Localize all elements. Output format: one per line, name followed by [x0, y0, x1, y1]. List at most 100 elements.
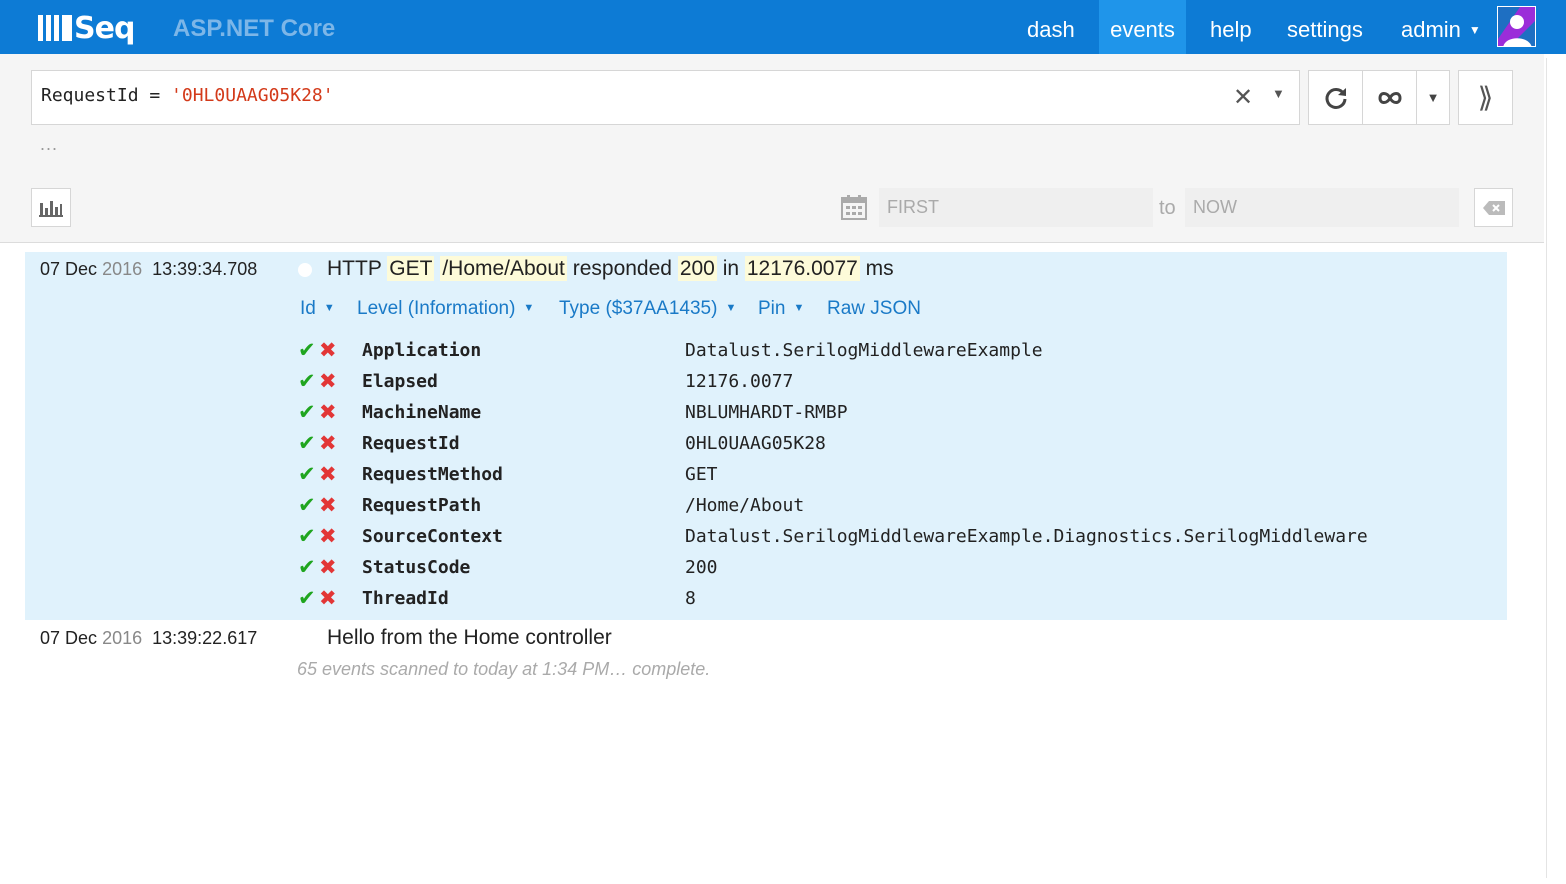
- filter-exclude-cross-icon[interactable]: ✖: [319, 462, 337, 487]
- date-from-input[interactable]: [879, 188, 1153, 227]
- user-avatar[interactable]: [1497, 6, 1536, 47]
- filter-exclude-cross-icon[interactable]: ✖: [319, 493, 337, 518]
- property-name: RequestPath: [362, 495, 482, 516]
- property-value[interactable]: Datalust.SerilogMiddlewareExample: [685, 340, 1043, 361]
- event-time: 13:39:34.708: [152, 259, 258, 279]
- property-value[interactable]: /Home/About: [685, 495, 804, 516]
- bar-chart-icon: [39, 200, 63, 217]
- seq-logo-text: Seq: [74, 10, 135, 46]
- filter-include-check-icon[interactable]: ✔: [298, 555, 316, 580]
- property-row: ✔ ✖ RequestId 0HL0UAAG05K28: [298, 431, 1498, 462]
- filter-exclude-cross-icon[interactable]: ✖: [319, 586, 337, 611]
- filter-include-check-icon[interactable]: ✔: [298, 524, 316, 549]
- event-date: 07 Dec: [40, 259, 98, 279]
- property-row: ✔ ✖ Elapsed 12176.0077: [298, 369, 1498, 400]
- filter-include-check-icon[interactable]: ✔: [298, 431, 316, 456]
- filter-exclude-cross-icon[interactable]: ✖: [319, 369, 337, 394]
- level-action-label: Level (Information): [357, 298, 516, 319]
- property-value[interactable]: 200: [685, 557, 718, 578]
- filter-exclude-cross-icon[interactable]: ✖: [319, 555, 337, 580]
- message-text: responded: [566, 257, 678, 280]
- pin-action[interactable]: Pin ▼: [758, 298, 804, 320]
- id-action-label: Id: [300, 298, 316, 319]
- toggle-histogram-button[interactable]: [31, 188, 71, 227]
- refresh-options-dropdown[interactable]: ▼: [1417, 71, 1449, 124]
- message-token-elapsed[interactable]: 12176.0077: [744, 256, 860, 281]
- filter-include-check-icon[interactable]: ✔: [298, 400, 316, 425]
- filter-include-check-icon[interactable]: ✔: [298, 369, 316, 394]
- filter-include-check-icon[interactable]: ✔: [298, 462, 316, 487]
- nav-settings[interactable]: settings: [1287, 0, 1363, 54]
- filter-exclude-cross-icon[interactable]: ✖: [319, 338, 337, 363]
- filter-expression: RequestId = '0HL0UAAG05K28': [41, 85, 334, 106]
- top-navigation-bar: Seq ASP.NET Core dash events help settin…: [0, 0, 1566, 54]
- message-token-method[interactable]: GET: [387, 256, 435, 281]
- user-menu[interactable]: admin ▼: [1401, 0, 1481, 54]
- filter-include-check-icon[interactable]: ✔: [298, 586, 316, 611]
- type-action-label: Type ($37AA1435): [559, 298, 718, 319]
- property-value[interactable]: 12176.0077: [685, 371, 793, 392]
- event-message[interactable]: Hello from the Home controller: [327, 626, 612, 650]
- property-name: Application: [362, 340, 482, 361]
- tail-button[interactable]: [1363, 71, 1417, 124]
- nav-dash[interactable]: dash: [1027, 0, 1075, 54]
- user-menu-caret-icon: ▼: [1468, 23, 1481, 37]
- property-name: ThreadId: [362, 588, 449, 609]
- more-options-link[interactable]: ...: [40, 134, 58, 155]
- filter-exclude-cross-icon[interactable]: ✖: [319, 400, 337, 425]
- level-indicator-icon: [298, 263, 312, 277]
- scrollbar-thumb[interactable]: [1546, 58, 1564, 878]
- raw-json-link[interactable]: Raw JSON: [827, 298, 921, 320]
- date-to-input[interactable]: [1185, 188, 1459, 227]
- instance-title: ASP.NET Core: [173, 15, 336, 42]
- chevron-down-icon: ▼: [1426, 90, 1440, 105]
- user-name: admin: [1401, 17, 1461, 42]
- clear-date-range-button[interactable]: [1474, 188, 1513, 227]
- property-value[interactable]: Datalust.SerilogMiddlewareExample.Diagno…: [685, 526, 1368, 547]
- event-year: 2016: [102, 628, 143, 648]
- property-value[interactable]: NBLUMHARDT-RMBP: [685, 402, 848, 423]
- pin-action-label: Pin: [758, 298, 786, 319]
- scan-status-text: 65 events scanned to today at 1:34 PM… c…: [297, 659, 711, 679]
- property-value[interactable]: GET: [685, 464, 718, 485]
- filter-expression-value: '0HL0UAAG05K28': [171, 85, 334, 106]
- type-action[interactable]: Type ($37AA1435) ▼: [559, 298, 736, 320]
- double-chevron-right-icon: ⟫: [1477, 82, 1494, 113]
- query-actions-group: ▼: [1308, 70, 1450, 125]
- property-row: ✔ ✖ MachineName NBLUMHARDT-RMBP: [298, 400, 1498, 431]
- filter-expression-prefix: RequestId =: [41, 85, 172, 106]
- event-time: 13:39:22.617: [152, 628, 258, 648]
- filter-include-check-icon[interactable]: ✔: [298, 338, 316, 363]
- chevron-down-icon: ▼: [523, 302, 535, 314]
- property-value[interactable]: 8: [685, 588, 696, 609]
- nav-events[interactable]: events: [1099, 0, 1186, 54]
- calendar-icon[interactable]: [841, 194, 867, 220]
- backspace-icon: [1482, 200, 1505, 215]
- refresh-button[interactable]: [1309, 71, 1363, 124]
- clear-filter-icon[interactable]: ✕: [1233, 83, 1253, 112]
- property-row: ✔ ✖ SourceContext Datalust.SerilogMiddlewar…: [298, 524, 1498, 555]
- property-value[interactable]: 0HL0UAAG05K28: [685, 433, 826, 454]
- run-query-button[interactable]: ⟫: [1458, 70, 1513, 125]
- nav-help[interactable]: help: [1210, 0, 1252, 54]
- chevron-down-icon: ▼: [725, 302, 737, 314]
- property-row: ✔ ✖ RequestPath/Home/About: [298, 493, 1498, 524]
- id-action[interactable]: Id ▼: [300, 298, 335, 320]
- property-name: StatusCode: [362, 557, 471, 578]
- filter-include-check-icon[interactable]: ✔: [298, 493, 316, 518]
- message-token-path[interactable]: /Home/About: [440, 256, 567, 281]
- property-name: Elapsed: [362, 371, 438, 392]
- event-message[interactable]: HTTP GET /Home/About responded 200 in 12…: [327, 256, 894, 281]
- message-token-status[interactable]: 200: [677, 256, 717, 281]
- seq-logo[interactable]: Seq: [38, 10, 135, 46]
- message-text: in: [716, 257, 745, 280]
- filter-history-dropdown-icon[interactable]: ▼: [1272, 86, 1285, 101]
- filter-exclude-cross-icon[interactable]: ✖: [319, 431, 337, 456]
- date-range-to-label: to: [1159, 197, 1176, 219]
- level-action[interactable]: Level (Information) ▼: [357, 298, 534, 320]
- filter-exclude-cross-icon[interactable]: ✖: [319, 524, 337, 549]
- filter-input[interactable]: RequestId = '0HL0UAAG05K28': [31, 70, 1300, 125]
- property-row: ✔ ✖ Application Datalust.SerilogMiddlewareE…: [298, 338, 1498, 369]
- refresh-icon: [1325, 87, 1346, 109]
- event-year: 2016: [102, 259, 143, 279]
